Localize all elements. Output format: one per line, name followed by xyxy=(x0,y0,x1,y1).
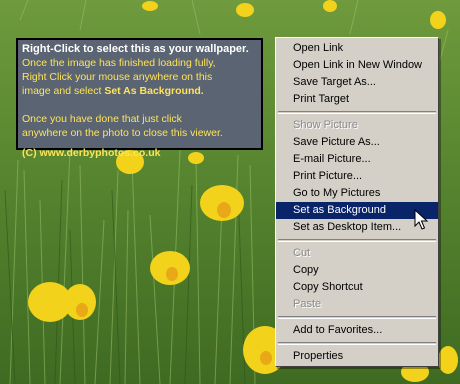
menu-item-cut: Cut xyxy=(293,247,311,259)
menu-item-save-picture-as[interactable]: Save Picture As... xyxy=(276,134,438,151)
menu-item-open-link[interactable]: Open Link xyxy=(276,40,438,57)
instructions-line-3-text: image and select xyxy=(22,85,105,97)
instructions-line-4: Once you have done that just click xyxy=(22,113,182,125)
mouse-pointer-icon xyxy=(414,209,429,230)
menu-separator xyxy=(278,342,436,345)
menu-separator xyxy=(278,111,436,114)
menu-separator xyxy=(278,239,436,242)
menu-item-properties[interactable]: Properties xyxy=(276,348,438,365)
menu-item-paste: Paste xyxy=(293,298,322,310)
menu-item-open-link-new-window[interactable]: Open Link in New Window xyxy=(276,57,438,74)
instructions-line-1: Once the image has finished loading full… xyxy=(22,57,216,69)
menu-item-show-picture: Show Picture xyxy=(293,119,358,131)
instructions-line-3: image and select Set As Background. xyxy=(22,84,257,98)
copyright-text: (C) www.derbyphotos.co.uk xyxy=(22,147,161,159)
menu-item-go-to-my-pictures[interactable]: Go to My Pictures xyxy=(276,185,438,202)
menu-item-copy[interactable]: Copy xyxy=(276,262,438,279)
menu-item-print-picture[interactable]: Print Picture... xyxy=(276,168,438,185)
menu-item-copy-shortcut[interactable]: Copy Shortcut xyxy=(276,279,438,296)
instructions-line-5: anywhere on the photo to close this view… xyxy=(22,127,223,139)
menu-separator xyxy=(278,316,436,319)
context-menu: Open Link Open Link in New Window Save T… xyxy=(275,37,439,367)
menu-item-email-picture[interactable]: E-mail Picture... xyxy=(276,151,438,168)
menu-item-print-target[interactable]: Print Target xyxy=(276,91,438,108)
wallpaper-instructions-panel: Right-Click to select this as your wallp… xyxy=(16,38,263,159)
menu-item-save-target-as[interactable]: Save Target As... xyxy=(276,74,438,91)
instructions-set-as-background-text: Set As Background. xyxy=(104,85,204,97)
instructions-line-2: Right Click your mouse anywhere on this xyxy=(22,71,213,83)
instructions-headline: Right-Click to select this as your wallp… xyxy=(22,43,249,55)
menu-item-add-to-favorites[interactable]: Add to Favorites... xyxy=(276,322,438,339)
